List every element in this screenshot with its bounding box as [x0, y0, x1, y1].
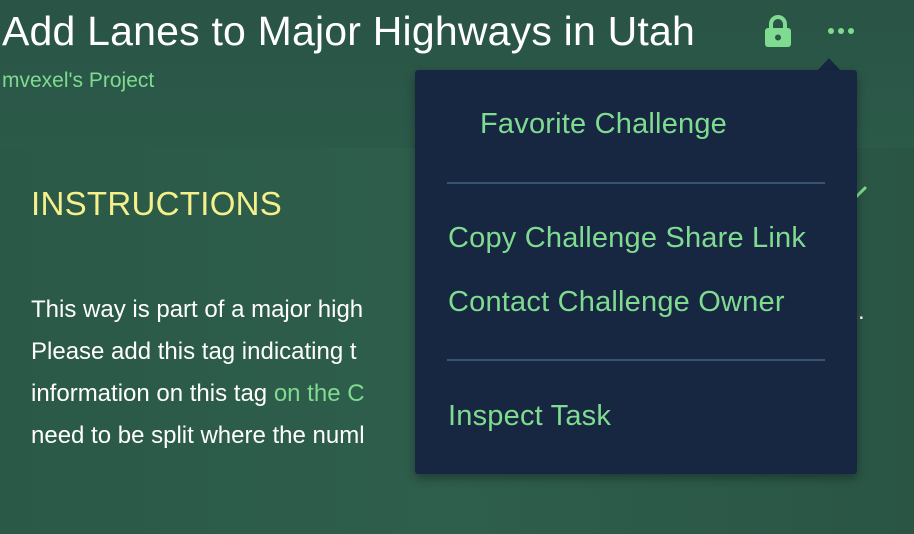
menu-divider	[447, 182, 825, 184]
trailing-text: .	[858, 298, 865, 325]
inspect-task-item[interactable]: Inspect Task	[448, 400, 611, 433]
copy-share-link-item[interactable]: Copy Challenge Share Link	[448, 222, 806, 255]
ellipsis-icon[interactable]	[823, 20, 859, 42]
instruction-line-3: information on this tag on the C	[31, 380, 365, 408]
instruction-line-2: Please add this tag indicating t	[31, 338, 357, 365]
challenge-title: Add Lanes to Major Highways in Utah	[2, 8, 695, 54]
lock-icon	[765, 15, 791, 47]
instruction-line-4: need to be split where the numl	[31, 422, 365, 449]
favorite-challenge-item[interactable]: Favorite Challenge	[480, 108, 727, 141]
instruction-line-3-text: information on this tag	[31, 380, 274, 407]
instruction-line-1: This way is part of a major high	[31, 296, 364, 323]
project-link[interactable]: mvexel's Project	[2, 69, 154, 93]
contact-owner-item[interactable]: Contact Challenge Owner	[448, 286, 785, 319]
instructions-heading: INSTRUCTIONS	[31, 185, 283, 222]
menu-divider	[447, 359, 825, 361]
osm-wiki-link[interactable]: on the C	[274, 380, 365, 407]
